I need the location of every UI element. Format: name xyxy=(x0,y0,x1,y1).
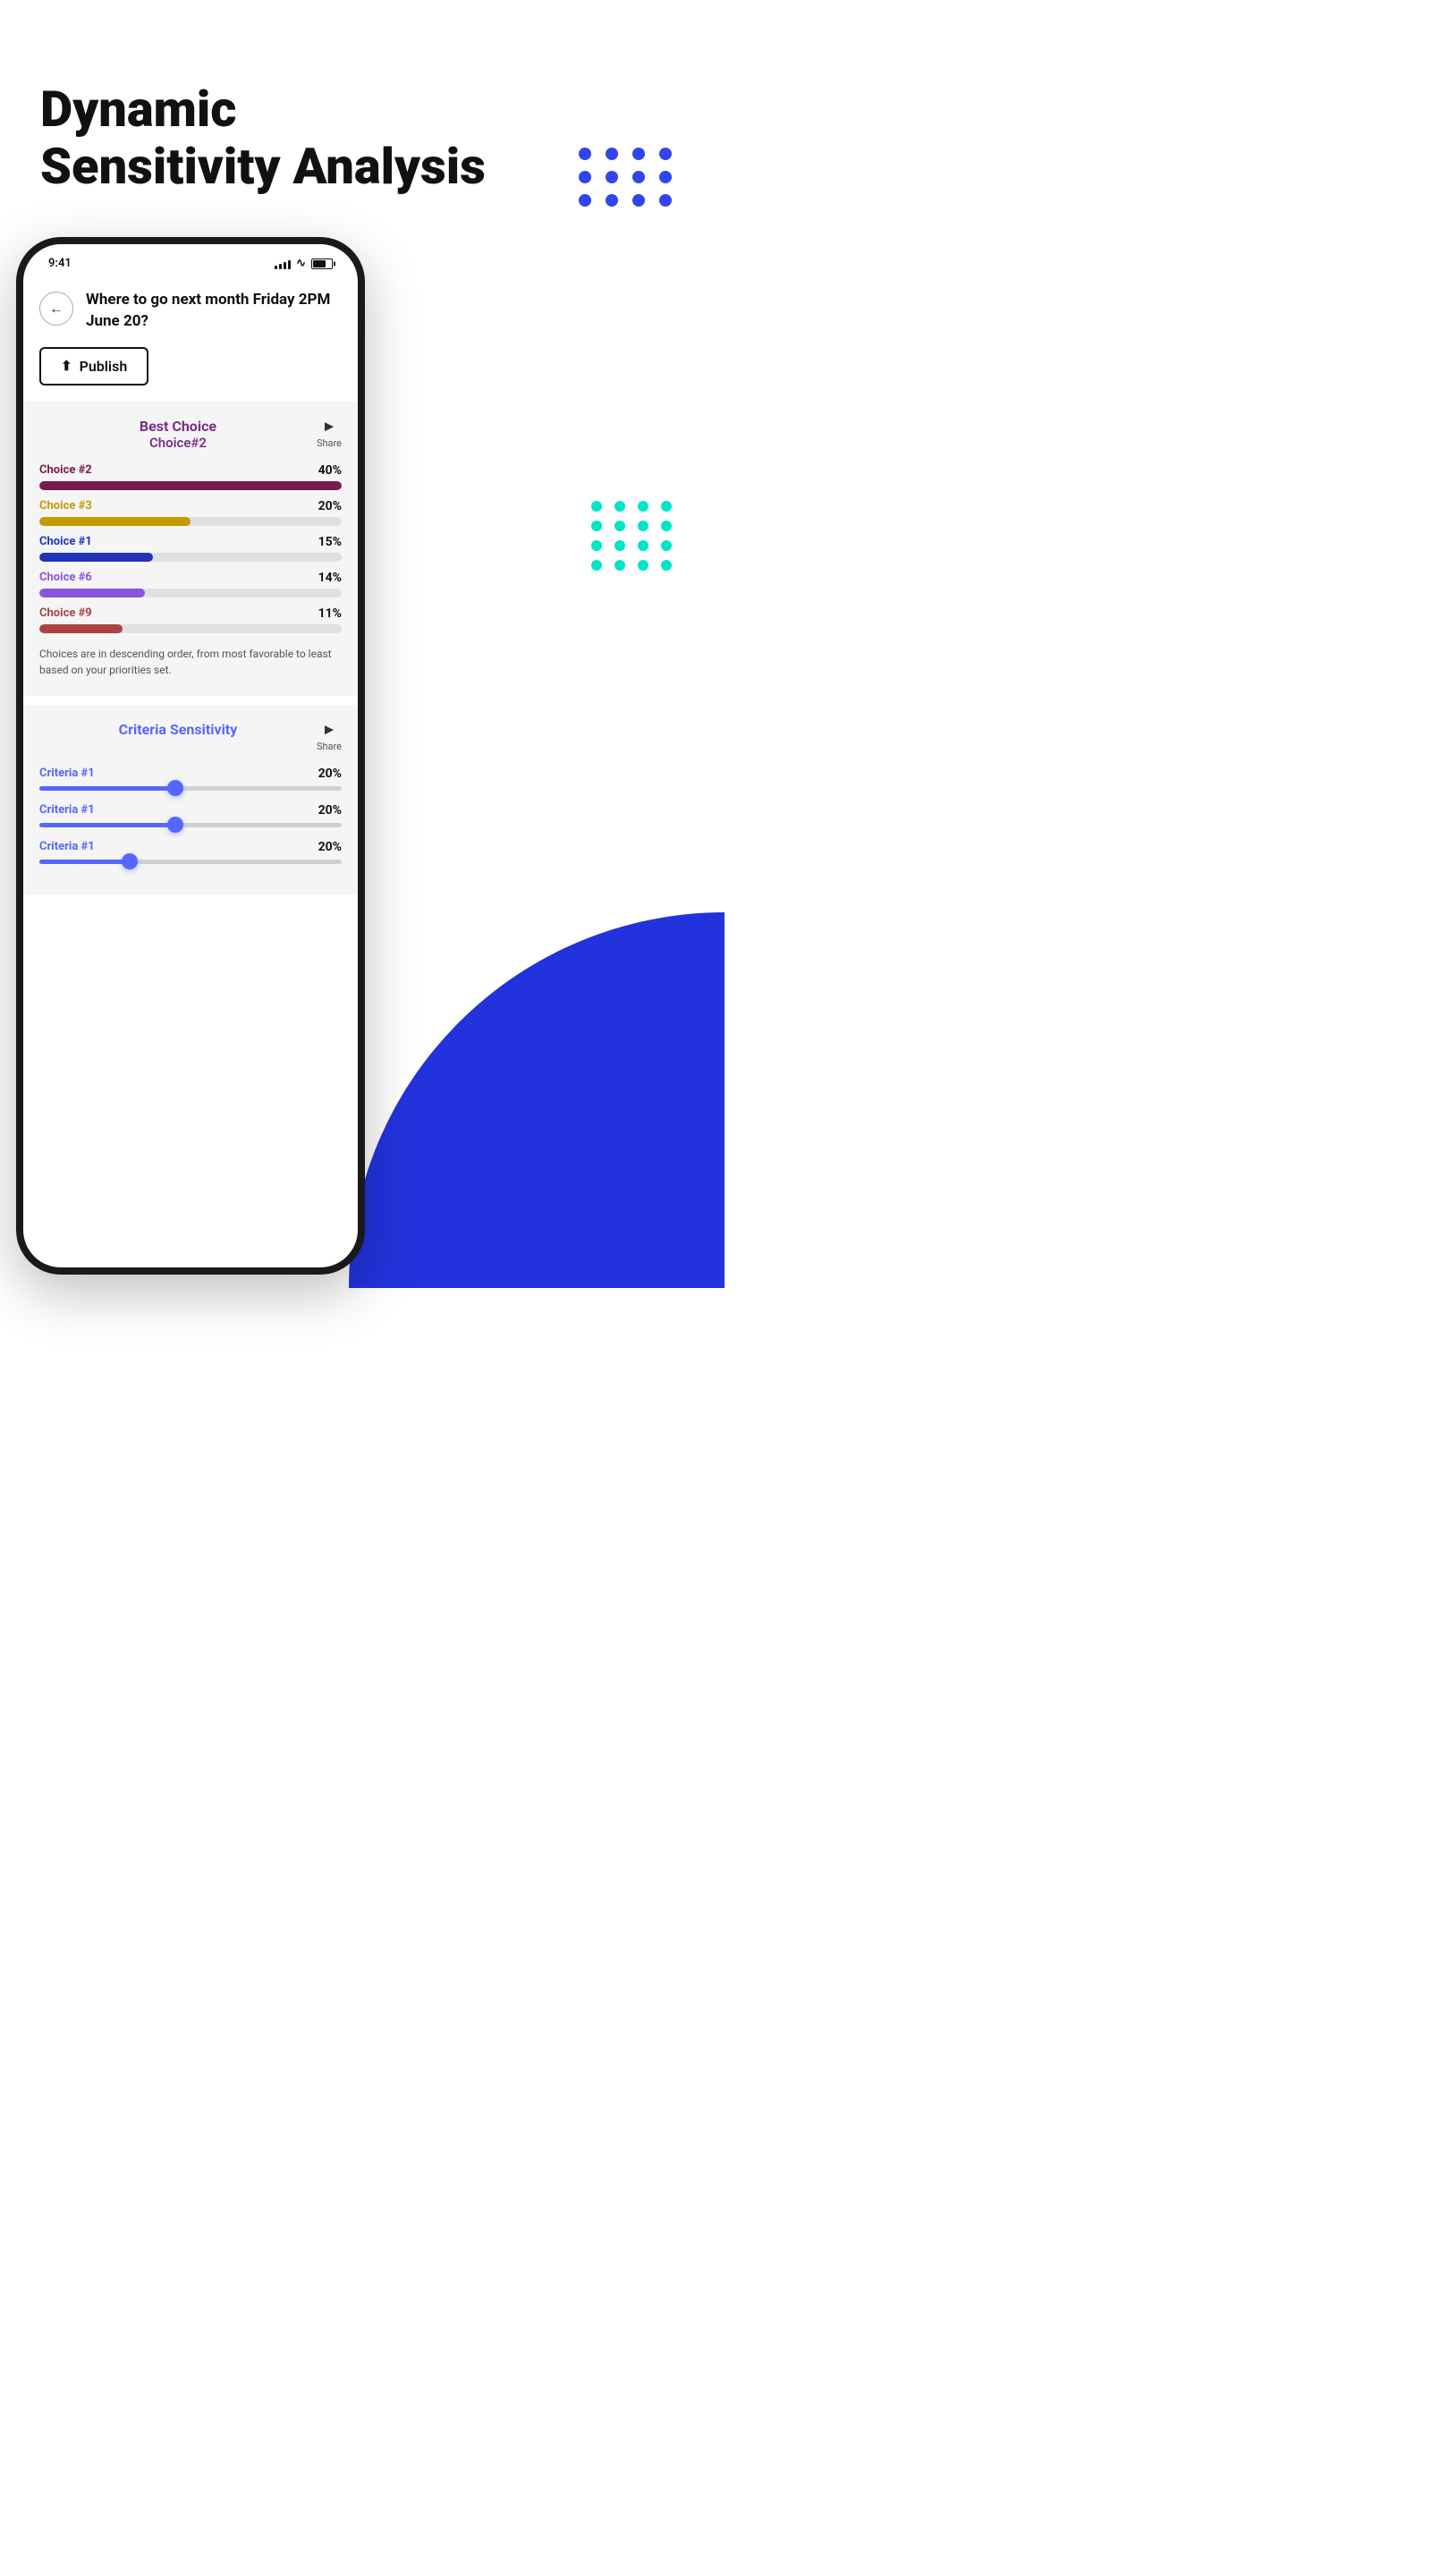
best-choice-title-block: Best Choice Choice#2 xyxy=(39,418,317,451)
criteria-fill-2 xyxy=(39,823,175,827)
criteria-item-2: Criteria #1 20% xyxy=(39,803,342,827)
criteria-label-1: Criteria #1 xyxy=(39,767,95,780)
bar-label-choice3: Choice #3 xyxy=(39,499,92,513)
criteria-thumb-1[interactable] xyxy=(167,780,183,796)
criteria-sensitivity-title-block: Criteria Sensitivity xyxy=(39,721,317,738)
best-choice-note: Choices are in descending order, from mo… xyxy=(39,646,342,678)
bar-pct-choice1: 15% xyxy=(318,535,342,549)
criteria-share-button[interactable]: ► Share xyxy=(317,721,342,752)
criteria-thumb-3[interactable] xyxy=(122,853,138,869)
bar-track-choice9 xyxy=(39,624,342,633)
best-choice-title: Best Choice xyxy=(39,418,317,435)
criteria-fill-1 xyxy=(39,786,175,791)
bar-label-choice9: Choice #9 xyxy=(39,606,92,620)
criteria-pct-1: 20% xyxy=(318,767,342,781)
bar-pct-choice2: 40% xyxy=(318,463,342,478)
dot-grid-blue xyxy=(579,148,675,207)
phone-content: ← Where to go next month Friday 2PM June… xyxy=(23,277,358,894)
bar-fill-choice3 xyxy=(39,517,191,526)
bar-item-choice3: Choice #3 20% xyxy=(39,499,342,526)
time-display: 9:41 xyxy=(48,257,72,270)
publish-label: Publish xyxy=(80,358,128,375)
battery-icon xyxy=(311,258,333,269)
criteria-pct-3: 20% xyxy=(318,840,342,854)
status-bar: 9:41 ∿ xyxy=(23,244,358,277)
bar-fill-choice2 xyxy=(39,481,342,490)
criteria-item-1: Criteria #1 20% xyxy=(39,767,342,791)
criteria-share-icon: ► xyxy=(322,721,337,739)
publish-icon: ⬆ xyxy=(61,358,72,374)
share-label: Share xyxy=(317,437,342,449)
bar-pct-choice3: 20% xyxy=(318,499,342,513)
status-icons: ∿ xyxy=(275,257,333,270)
best-choice-share-button[interactable]: ► Share xyxy=(317,418,342,449)
criteria-label-3: Criteria #1 xyxy=(39,840,95,853)
phone-header: ← Where to go next month Friday 2PM June… xyxy=(23,277,358,333)
page-title: Dynamic Sensitivity Analysis xyxy=(40,80,486,196)
criteria-label-row-2: Criteria #1 20% xyxy=(39,803,342,818)
bar-track-choice6 xyxy=(39,589,342,597)
bar-item-choice2: Choice #2 40% xyxy=(39,463,342,490)
bar-item-choice1: Choice #1 15% xyxy=(39,535,342,562)
criteria-sensitivity-section: Criteria Sensitivity ► Share Criteria #1… xyxy=(23,705,358,894)
criteria-pct-2: 20% xyxy=(318,803,342,818)
bar-pct-choice9: 11% xyxy=(318,606,342,621)
best-choice-subtitle: Choice#2 xyxy=(39,435,317,451)
criteria-thumb-2[interactable] xyxy=(167,817,183,833)
bar-track-choice1 xyxy=(39,553,342,562)
criteria-slider-2[interactable] xyxy=(39,823,342,827)
share-icon: ► xyxy=(322,418,337,436)
criteria-slider-1[interactable] xyxy=(39,786,342,791)
bar-fill-choice6 xyxy=(39,589,145,597)
bar-item-choice6: Choice #6 14% xyxy=(39,571,342,597)
criteria-share-label: Share xyxy=(317,741,342,752)
wifi-icon: ∿ xyxy=(296,257,306,270)
question-title: Where to go next month Friday 2PM June 2… xyxy=(86,290,342,333)
publish-button[interactable]: ⬆ Publish xyxy=(39,347,148,386)
bar-label-choice2: Choice #2 xyxy=(39,463,92,477)
criteria-sensitivity-header: Criteria Sensitivity ► Share xyxy=(39,721,342,752)
phone-mockup: 9:41 ∿ ← Where to go next month Friday 2… xyxy=(16,237,365,1275)
criteria-label-row-3: Criteria #1 20% xyxy=(39,840,342,854)
best-choice-header: Best Choice Choice#2 ► Share xyxy=(39,418,342,451)
criteria-label-row-1: Criteria #1 20% xyxy=(39,767,342,781)
criteria-label-2: Criteria #1 xyxy=(39,803,95,817)
bg-blue-quarter xyxy=(349,912,724,1288)
back-arrow-icon: ← xyxy=(49,300,64,318)
dot-grid-cyan xyxy=(591,501,675,571)
criteria-fill-3 xyxy=(39,860,130,864)
criteria-list: Criteria #1 20% Criteria #1 20% xyxy=(39,767,342,864)
bar-pct-choice6: 14% xyxy=(318,571,342,585)
bar-label-choice6: Choice #6 xyxy=(39,571,92,584)
best-choice-section: Best Choice Choice#2 ► Share Choice #2 4… xyxy=(23,402,358,696)
bar-fill-choice1 xyxy=(39,553,153,562)
bar-fill-choice9 xyxy=(39,624,123,633)
bar-track-choice3 xyxy=(39,517,342,526)
bar-chart: Choice #2 40% Choice #3 20% xyxy=(39,463,342,633)
bar-track-choice2 xyxy=(39,481,342,490)
bar-item-choice9: Choice #9 11% xyxy=(39,606,342,633)
bar-label-choice1: Choice #1 xyxy=(39,535,92,548)
signal-bars-icon xyxy=(275,258,291,269)
back-button[interactable]: ← xyxy=(39,292,73,326)
criteria-sensitivity-title: Criteria Sensitivity xyxy=(39,721,317,738)
criteria-item-3: Criteria #1 20% xyxy=(39,840,342,864)
criteria-slider-3[interactable] xyxy=(39,860,342,864)
